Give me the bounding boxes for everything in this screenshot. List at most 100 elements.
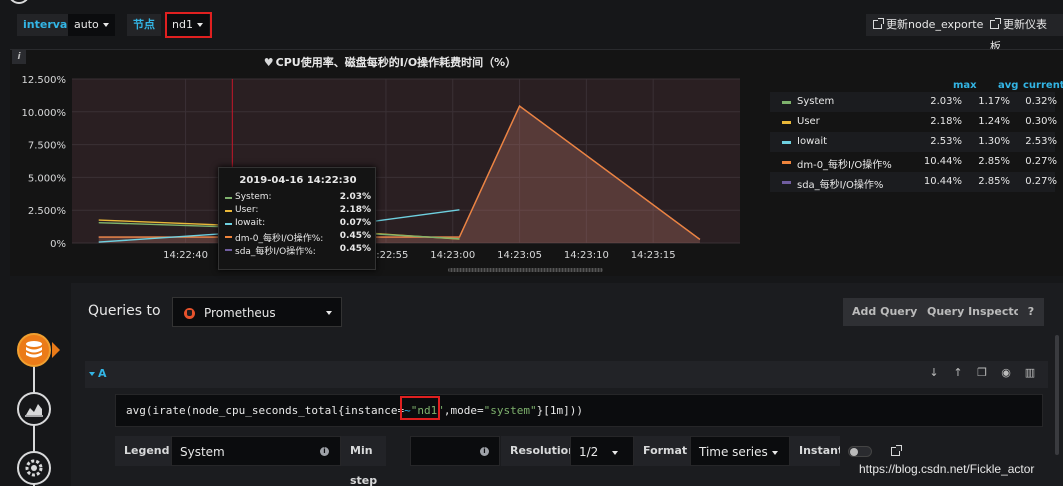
- tooltip-series-value: 2.03%: [339, 192, 371, 202]
- legend-series-name[interactable]: User: [797, 116, 820, 127]
- x-tick-label: 14:22:40: [163, 250, 208, 261]
- tooltip-series-name: User:: [235, 205, 259, 215]
- legend-series-name[interactable]: System: [797, 96, 834, 107]
- format-select[interactable]: Time series: [690, 436, 790, 466]
- queries-tab-database-icon[interactable]: [17, 333, 51, 367]
- prometheus-icon: [184, 308, 195, 319]
- chart-scroll-handle[interactable]: [448, 268, 603, 272]
- tooltip-row: System: 2.03%: [225, 192, 371, 204]
- active-tab-pointer: [52, 342, 60, 358]
- query-expression-input[interactable]: avg(irate(node_cpu_seconds_total{instanc…: [115, 394, 1043, 427]
- legend-row[interactable]: User 2.18% 1.24% 0.30%: [770, 112, 1057, 132]
- y-tick-label: 7.500%: [28, 141, 66, 152]
- legend-row[interactable]: Iowait 2.53% 1.30% 2.53%: [770, 132, 1057, 152]
- query-part: }[1m])): [536, 404, 583, 417]
- series-color-swatch[interactable]: [782, 161, 791, 164]
- interval-value: auto: [74, 18, 99, 31]
- help-button[interactable]: ?: [1018, 298, 1044, 326]
- x-tick-label: 14:23:05: [497, 250, 542, 261]
- tooltip-series-swatch: [225, 249, 232, 251]
- trash-icon[interactable]: ▥: [1020, 366, 1040, 379]
- query-row-header[interactable]: A ↓ ↑ ❐ ◉ ▥: [85, 361, 1048, 388]
- legend-max: 2.03%: [930, 96, 962, 107]
- tooltip-series-value: 0.07%: [339, 218, 371, 228]
- legend-avg: 1.17%: [978, 96, 1010, 107]
- row-actions: ↓ ↑ ❐ ◉ ▥: [920, 366, 1040, 379]
- panel-title[interactable]: ♥ CPU使用率、磁盘每秒的I/O操作耗费时间（%）: [10, 54, 770, 70]
- query-part: avg(irate(node_cpu_seconds_total{instanc…: [126, 404, 405, 417]
- legend-max: 10.44%: [923, 176, 962, 187]
- legend-row[interactable]: dm-0_每秒I/O操作% 10.44% 2.85% 0.27%: [770, 152, 1057, 172]
- legend-value: System: [180, 445, 225, 459]
- legend-max: 2.18%: [930, 116, 962, 127]
- tooltip-time: 2019-04-16 14:22:30: [239, 175, 357, 186]
- tooltip-series-name: System:: [235, 192, 272, 202]
- chevron-down-icon: [612, 450, 619, 455]
- variables-bar: interval auto 节点 nd1 更新node_exporter 更新仪…: [0, 0, 1063, 53]
- move-up-icon[interactable]: ↑: [948, 366, 968, 379]
- legend-header-avg[interactable]: avg: [998, 80, 1018, 91]
- legend-input[interactable]: System: [171, 436, 341, 466]
- query-ref-id[interactable]: A: [89, 367, 107, 380]
- instant-toggle[interactable]: [848, 446, 872, 457]
- x-tick-label: 14:23:00: [430, 250, 475, 261]
- tooltip-series-value: 0.45%: [339, 231, 371, 241]
- format-label: Format: [634, 436, 697, 466]
- series-color-swatch[interactable]: [782, 141, 791, 144]
- legend-series-name[interactable]: dm-0_每秒I/O操作%: [797, 156, 892, 171]
- external-link-icon: [873, 18, 884, 29]
- tooltip-row: sda_每秒I/O操作%: 0.45%: [225, 244, 371, 257]
- legend-current: 2.53%: [1025, 136, 1057, 147]
- chevron-down-icon: [771, 450, 778, 455]
- tooltip-series-value: 0.45%: [339, 244, 371, 254]
- info-icon[interactable]: i: [320, 447, 329, 456]
- area-chart-icon: [25, 404, 43, 417]
- visualization-tab-chart-icon[interactable]: [17, 392, 51, 426]
- gear-icon: [25, 459, 43, 477]
- editor-scrollbar[interactable]: [1055, 335, 1059, 455]
- resolution-select[interactable]: 1/2: [570, 436, 634, 466]
- legend-series-name[interactable]: sda_每秒I/O操作%: [797, 176, 883, 191]
- tooltip-row: dm-0_每秒I/O操作%: 0.45%: [225, 231, 371, 244]
- add-query-button[interactable]: Add Query: [843, 298, 927, 326]
- move-down-icon[interactable]: ↓: [924, 366, 944, 379]
- series-color-swatch[interactable]: [782, 181, 791, 184]
- info-icon[interactable]: i: [480, 447, 489, 456]
- series-color-swatch[interactable]: [782, 121, 791, 124]
- share-icon: [891, 445, 902, 456]
- tooltip-series-swatch: [225, 223, 232, 225]
- y-tick-label: 10.000%: [22, 108, 67, 119]
- eye-icon[interactable]: ◉: [996, 366, 1016, 379]
- interval-variable-select[interactable]: auto: [68, 14, 115, 36]
- legend-avg: 2.85%: [978, 156, 1010, 167]
- query-mode-value: "system": [483, 404, 537, 417]
- query-expression: avg(irate(node_cpu_seconds_total{instanc…: [126, 404, 583, 417]
- graph-panel: i ♥ CPU使用率、磁盘每秒的I/O操作耗费时间（%） 12.500% 10.00…: [10, 49, 1063, 276]
- chart-plot[interactable]: 12.500% 10.000% 7.500% 5.000% 2.500% 0% 14:22:…: [10, 70, 750, 270]
- chevron-down-icon: [102, 23, 109, 27]
- panel-title-text: CPU使用率、磁盘每秒的I/O操作耗费时间（%）: [275, 56, 517, 69]
- heart-icon: ♥: [263, 56, 274, 69]
- legend-row[interactable]: sda_每秒I/O操作% 10.44% 2.85% 0.27%: [770, 172, 1057, 192]
- update-dashboard-link[interactable]: 更新仪表板: [983, 14, 1063, 53]
- general-tab-gear-icon[interactable]: [17, 451, 51, 485]
- x-tick-label: 14:23:10: [564, 250, 609, 261]
- legend-header-max[interactable]: max: [953, 80, 977, 91]
- legend-header-current[interactable]: current: [1023, 80, 1063, 91]
- datasource-select[interactable]: Prometheus: [172, 297, 342, 327]
- legend-max: 10.44%: [923, 156, 962, 167]
- series-color-swatch[interactable]: [782, 101, 791, 104]
- node-variable-label: 节点: [127, 14, 161, 36]
- legend-row[interactable]: System 2.03% 1.17% 0.32%: [770, 92, 1057, 112]
- duplicate-icon[interactable]: ❐: [972, 366, 992, 379]
- tooltip-series-name: dm-0_每秒I/O操作%:: [235, 234, 324, 244]
- legend-series-name[interactable]: Iowait: [797, 136, 827, 147]
- x-tick-label: 14:23:15: [631, 250, 676, 261]
- update-node-exporter-link[interactable]: 更新node_exporter: [866, 14, 995, 36]
- legend-avg: 2.85%: [978, 176, 1010, 187]
- tooltip-row: Iowait: 0.07%: [225, 218, 371, 230]
- tooltip-series-swatch: [225, 197, 232, 199]
- min-step-label: Min step: [341, 436, 387, 486]
- tooltip-series-swatch: [225, 210, 232, 212]
- top-icon-fragment: [8, 0, 30, 4]
